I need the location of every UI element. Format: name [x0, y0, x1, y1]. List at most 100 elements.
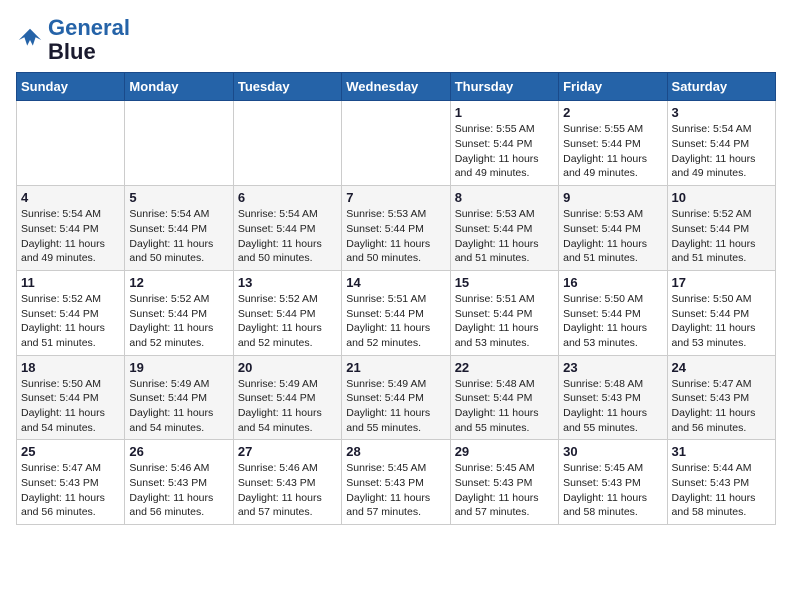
day-number: 30: [563, 444, 662, 459]
calendar-cell: 12 Sunrise: 5:52 AM Sunset: 5:44 PM Dayli…: [125, 270, 233, 355]
weekday-header-thursday: Thursday: [450, 73, 558, 101]
weekday-header-friday: Friday: [559, 73, 667, 101]
day-info: Sunrise: 5:46 AM Sunset: 5:43 PM Dayligh…: [129, 461, 228, 520]
calendar-cell: 1 Sunrise: 5:55 AM Sunset: 5:44 PM Daylig…: [450, 101, 558, 186]
day-info: Sunrise: 5:54 AM Sunset: 5:44 PM Dayligh…: [129, 207, 228, 266]
weekday-header-monday: Monday: [125, 73, 233, 101]
day-info: Sunrise: 5:54 AM Sunset: 5:44 PM Dayligh…: [21, 207, 120, 266]
calendar-week-2: 4 Sunrise: 5:54 AM Sunset: 5:44 PM Daylig…: [17, 186, 776, 271]
calendar-cell: 30 Sunrise: 5:45 AM Sunset: 5:43 PM Dayli…: [559, 440, 667, 525]
day-number: 25: [21, 444, 120, 459]
calendar-cell: 7Sunrise: 5:53 AM Sunset: 5:44 PM Daylig…: [342, 186, 450, 271]
day-info: Sunrise: 5:52 AM Sunset: 5:44 PM Dayligh…: [21, 292, 120, 351]
day-number: 12: [129, 275, 228, 290]
day-number: 7: [346, 190, 445, 205]
calendar-cell: 5 Sunrise: 5:54 AM Sunset: 5:44 PM Daylig…: [125, 186, 233, 271]
day-info: Sunrise: 5:54 AM Sunset: 5:44 PM Dayligh…: [672, 122, 771, 181]
day-number: 29: [455, 444, 554, 459]
day-info: Sunrise: 5:50 AM Sunset: 5:44 PM Dayligh…: [672, 292, 771, 351]
day-number: 24: [672, 360, 771, 375]
day-number: 6: [238, 190, 337, 205]
day-info: Sunrise: 5:55 AM Sunset: 5:44 PM Dayligh…: [563, 122, 662, 181]
calendar-cell: [233, 101, 341, 186]
calendar-cell: 27Sunrise: 5:46 AM Sunset: 5:43 PM Dayli…: [233, 440, 341, 525]
day-info: Sunrise: 5:53 AM Sunset: 5:44 PM Dayligh…: [563, 207, 662, 266]
day-number: 2: [563, 105, 662, 120]
calendar-cell: 16 Sunrise: 5:50 AM Sunset: 5:44 PM Dayli…: [559, 270, 667, 355]
day-info: Sunrise: 5:48 AM Sunset: 5:43 PM Dayligh…: [563, 377, 662, 436]
day-info: Sunrise: 5:52 AM Sunset: 5:44 PM Dayligh…: [672, 207, 771, 266]
calendar-week-3: 11Sunrise: 5:52 AM Sunset: 5:44 PM Dayli…: [17, 270, 776, 355]
calendar-cell: 10 Sunrise: 5:52 AM Sunset: 5:44 PM Dayli…: [667, 186, 775, 271]
day-info: Sunrise: 5:48 AM Sunset: 5:44 PM Dayligh…: [455, 377, 554, 436]
weekday-header-tuesday: Tuesday: [233, 73, 341, 101]
day-number: 22: [455, 360, 554, 375]
day-number: 19: [129, 360, 228, 375]
day-number: 23: [563, 360, 662, 375]
calendar-cell: 11Sunrise: 5:52 AM Sunset: 5:44 PM Dayli…: [17, 270, 125, 355]
calendar-week-1: 1 Sunrise: 5:55 AM Sunset: 5:44 PM Daylig…: [17, 101, 776, 186]
calendar-cell: 20Sunrise: 5:49 AM Sunset: 5:44 PM Dayli…: [233, 355, 341, 440]
day-number: 3: [672, 105, 771, 120]
day-number: 17: [672, 275, 771, 290]
day-info: Sunrise: 5:52 AM Sunset: 5:44 PM Dayligh…: [129, 292, 228, 351]
calendar-cell: 19 Sunrise: 5:49 AM Sunset: 5:44 PM Dayli…: [125, 355, 233, 440]
calendar-cell: 21 Sunrise: 5:49 AM Sunset: 5:44 PM Dayli…: [342, 355, 450, 440]
day-info: Sunrise: 5:51 AM Sunset: 5:44 PM Dayligh…: [455, 292, 554, 351]
day-info: Sunrise: 5:44 AM Sunset: 5:43 PM Dayligh…: [672, 461, 771, 520]
day-info: Sunrise: 5:50 AM Sunset: 5:44 PM Dayligh…: [21, 377, 120, 436]
day-info: Sunrise: 5:54 AM Sunset: 5:44 PM Dayligh…: [238, 207, 337, 266]
calendar-cell: 25 Sunrise: 5:47 AM Sunset: 5:43 PM Dayli…: [17, 440, 125, 525]
day-info: Sunrise: 5:49 AM Sunset: 5:44 PM Dayligh…: [238, 377, 337, 436]
calendar-cell: 15Sunrise: 5:51 AM Sunset: 5:44 PM Dayli…: [450, 270, 558, 355]
calendar-cell: [125, 101, 233, 186]
day-number: 28: [346, 444, 445, 459]
day-number: 13: [238, 275, 337, 290]
day-number: 31: [672, 444, 771, 459]
calendar-cell: 6 Sunrise: 5:54 AM Sunset: 5:44 PM Daylig…: [233, 186, 341, 271]
day-info: Sunrise: 5:45 AM Sunset: 5:43 PM Dayligh…: [346, 461, 445, 520]
day-info: Sunrise: 5:51 AM Sunset: 5:44 PM Dayligh…: [346, 292, 445, 351]
day-number: 4: [21, 190, 120, 205]
day-info: Sunrise: 5:52 AM Sunset: 5:44 PM Dayligh…: [238, 292, 337, 351]
day-number: 16: [563, 275, 662, 290]
day-number: 5: [129, 190, 228, 205]
day-info: Sunrise: 5:49 AM Sunset: 5:44 PM Dayligh…: [346, 377, 445, 436]
weekday-header-row: SundayMondayTuesdayWednesdayThursdayFrid…: [17, 73, 776, 101]
calendar-cell: [17, 101, 125, 186]
calendar-cell: 9Sunrise: 5:53 AM Sunset: 5:44 PM Daylig…: [559, 186, 667, 271]
weekday-header-wednesday: Wednesday: [342, 73, 450, 101]
calendar-week-5: 25 Sunrise: 5:47 AM Sunset: 5:43 PM Dayli…: [17, 440, 776, 525]
day-number: 18: [21, 360, 120, 375]
calendar-cell: 8 Sunrise: 5:53 AM Sunset: 5:44 PM Daylig…: [450, 186, 558, 271]
calendar-cell: 29Sunrise: 5:45 AM Sunset: 5:43 PM Dayli…: [450, 440, 558, 525]
day-info: Sunrise: 5:45 AM Sunset: 5:43 PM Dayligh…: [563, 461, 662, 520]
page-header: GeneralBlue: [16, 16, 776, 64]
calendar-cell: 28 Sunrise: 5:45 AM Sunset: 5:43 PM Dayli…: [342, 440, 450, 525]
day-info: Sunrise: 5:47 AM Sunset: 5:43 PM Dayligh…: [21, 461, 120, 520]
calendar-table: SundayMondayTuesdayWednesdayThursdayFrid…: [16, 72, 776, 525]
weekday-header-sunday: Sunday: [17, 73, 125, 101]
day-number: 8: [455, 190, 554, 205]
calendar-cell: 14 Sunrise: 5:51 AM Sunset: 5:44 PM Dayli…: [342, 270, 450, 355]
calendar-cell: 26Sunrise: 5:46 AM Sunset: 5:43 PM Dayli…: [125, 440, 233, 525]
calendar-cell: 22 Sunrise: 5:48 AM Sunset: 5:44 PM Dayli…: [450, 355, 558, 440]
calendar-cell: 13 Sunrise: 5:52 AM Sunset: 5:44 PM Dayli…: [233, 270, 341, 355]
weekday-header-saturday: Saturday: [667, 73, 775, 101]
day-number: 1: [455, 105, 554, 120]
calendar-cell: [342, 101, 450, 186]
day-info: Sunrise: 5:53 AM Sunset: 5:44 PM Dayligh…: [455, 207, 554, 266]
calendar-cell: 3 Sunrise: 5:54 AM Sunset: 5:44 PM Daylig…: [667, 101, 775, 186]
calendar-cell: 24 Sunrise: 5:47 AM Sunset: 5:43 PM Dayli…: [667, 355, 775, 440]
day-number: 14: [346, 275, 445, 290]
day-info: Sunrise: 5:49 AM Sunset: 5:44 PM Dayligh…: [129, 377, 228, 436]
calendar-week-4: 18 Sunrise: 5:50 AM Sunset: 5:44 PM Dayli…: [17, 355, 776, 440]
calendar-cell: 18 Sunrise: 5:50 AM Sunset: 5:44 PM Dayli…: [17, 355, 125, 440]
day-info: Sunrise: 5:47 AM Sunset: 5:43 PM Dayligh…: [672, 377, 771, 436]
day-info: Sunrise: 5:50 AM Sunset: 5:44 PM Dayligh…: [563, 292, 662, 351]
day-info: Sunrise: 5:46 AM Sunset: 5:43 PM Dayligh…: [238, 461, 337, 520]
day-number: 10: [672, 190, 771, 205]
day-info: Sunrise: 5:55 AM Sunset: 5:44 PM Dayligh…: [455, 122, 554, 181]
day-number: 21: [346, 360, 445, 375]
calendar-cell: 23 Sunrise: 5:48 AM Sunset: 5:43 PM Dayli…: [559, 355, 667, 440]
